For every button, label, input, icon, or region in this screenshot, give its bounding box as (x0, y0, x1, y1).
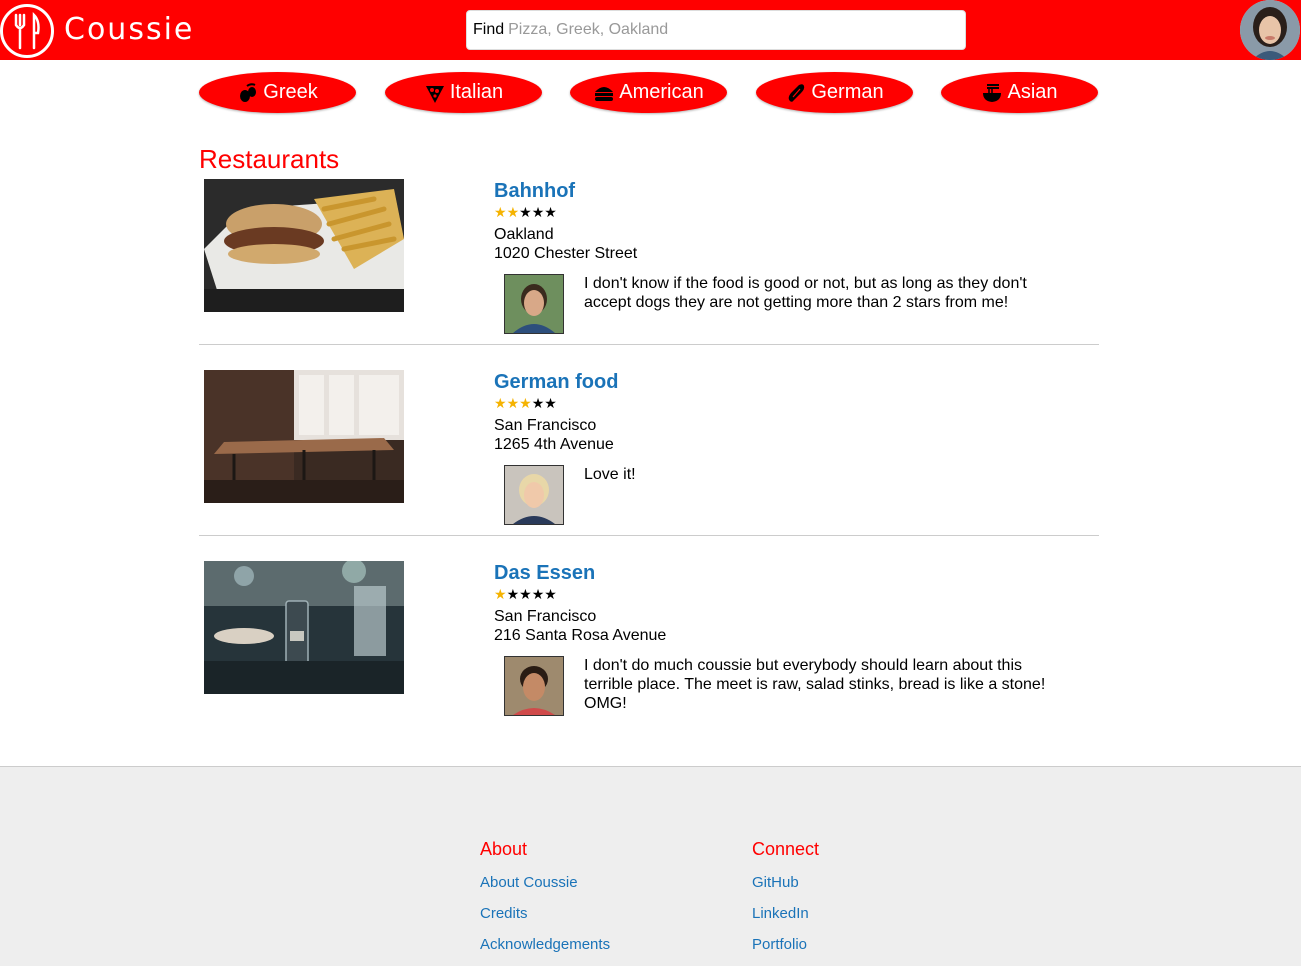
noodle-bowl-icon (981, 82, 1003, 104)
footer-link-portfolio[interactable]: Portfolio (752, 936, 819, 953)
footer-about: About About Coussie Credits Acknowledgem… (480, 839, 610, 967)
restaurant-card: Das Essen ★★★★★ San Francisco 216 Santa … (199, 561, 1099, 721)
pizza-icon (424, 82, 446, 104)
review-text: Love it! (584, 466, 636, 483)
footer-link-linkedin[interactable]: LinkedIn (752, 905, 819, 922)
restaurant-city: San Francisco (494, 417, 597, 434)
footer: About About Coussie Credits Acknowledgem… (0, 766, 1301, 966)
star-empty-icon: ★ (531, 204, 545, 220)
star-empty-icon: ★ (544, 395, 557, 411)
category-german[interactable]: German (756, 72, 913, 113)
restaurant-card: Bahnhof ★★★★★ Oakland 1020 Chester Stree… (199, 179, 1099, 334)
restaurant-photo[interactable] (204, 179, 404, 312)
category-bar: Greek Italian American German Asian (199, 72, 1099, 113)
reviewer-avatar[interactable] (504, 656, 564, 716)
olive-icon (237, 82, 259, 104)
user-avatar-image (1240, 0, 1300, 60)
burger-icon (593, 82, 615, 104)
star-empty-icon: ★ (506, 586, 520, 602)
footer-link-github[interactable]: GitHub (752, 874, 819, 891)
restaurant-address: 216 Santa Rosa Avenue (494, 627, 667, 644)
footer-connect: Connect GitHub LinkedIn Portfolio (752, 839, 819, 967)
category-italian[interactable]: Italian (385, 72, 542, 113)
fork-knife-icon (14, 11, 40, 50)
top-header: Coussie Find (0, 0, 1301, 60)
star-filled-icon: ★ (506, 204, 520, 220)
reviewer-avatar[interactable] (504, 465, 564, 525)
sausage-icon (785, 82, 807, 104)
restaurant-address: 1265 4th Avenue (494, 436, 614, 453)
star-filled-icon: ★ (519, 395, 532, 411)
brand-name[interactable]: Coussie (64, 12, 194, 47)
star-filled-icon: ★ (506, 395, 520, 411)
footer-link-about-coussie[interactable]: About Coussie (480, 874, 610, 891)
logo[interactable] (0, 4, 54, 58)
star-empty-icon: ★ (531, 395, 545, 411)
restaurant-name[interactable]: Bahnhof (494, 180, 575, 203)
category-asian[interactable]: Asian (941, 72, 1098, 113)
category-label: German (811, 81, 884, 103)
star-empty-icon: ★ (531, 586, 545, 602)
search-input[interactable] (508, 15, 965, 45)
star-filled-icon: ★ (494, 395, 507, 411)
restaurant-photo[interactable] (204, 561, 404, 694)
category-greek[interactable]: Greek (199, 72, 356, 113)
rating-stars: ★★★★★ (494, 586, 557, 603)
search-box[interactable]: Find (466, 10, 966, 50)
restaurant-address: 1020 Chester Street (494, 245, 638, 262)
category-label: Asian (1007, 81, 1058, 103)
user-avatar[interactable] (1240, 0, 1300, 60)
review-text: I don't do much coussie but everybody sh… (584, 657, 1046, 712)
reviewer-avatar[interactable] (504, 274, 564, 334)
rating-stars: ★★★★★ (494, 204, 557, 221)
restaurant-name[interactable]: German food (494, 371, 618, 394)
category-label: American (619, 81, 704, 103)
category-label: Italian (449, 81, 504, 103)
star-filled-icon: ★ (494, 204, 507, 220)
restaurant-city: San Francisco (494, 608, 597, 625)
search-label: Find (473, 21, 505, 38)
restaurant-name[interactable]: Das Essen (494, 562, 595, 585)
restaurant-photo[interactable] (204, 370, 404, 503)
section-title: Restaurants (199, 144, 340, 174)
footer-link-credits[interactable]: Credits (480, 905, 610, 922)
star-empty-icon: ★ (519, 586, 532, 602)
footer-connect-title: Connect (752, 839, 820, 859)
category-american[interactable]: American (570, 72, 727, 113)
rating-stars: ★★★★★ (494, 395, 557, 412)
review-text: I don't know if the food is good or not,… (584, 275, 1027, 311)
star-empty-icon: ★ (544, 586, 557, 602)
footer-link-acknowledgements[interactable]: Acknowledgements (480, 936, 610, 953)
star-filled-icon: ★ (494, 586, 507, 602)
divider (199, 535, 1099, 536)
divider (199, 344, 1099, 345)
category-label: Greek (263, 81, 318, 103)
footer-about-title: About (480, 839, 528, 859)
star-empty-icon: ★ (544, 204, 557, 220)
restaurant-city: Oakland (494, 226, 554, 243)
star-empty-icon: ★ (519, 204, 532, 220)
restaurant-card: German food ★★★★★ San Francisco 1265 4th… (199, 370, 1099, 525)
